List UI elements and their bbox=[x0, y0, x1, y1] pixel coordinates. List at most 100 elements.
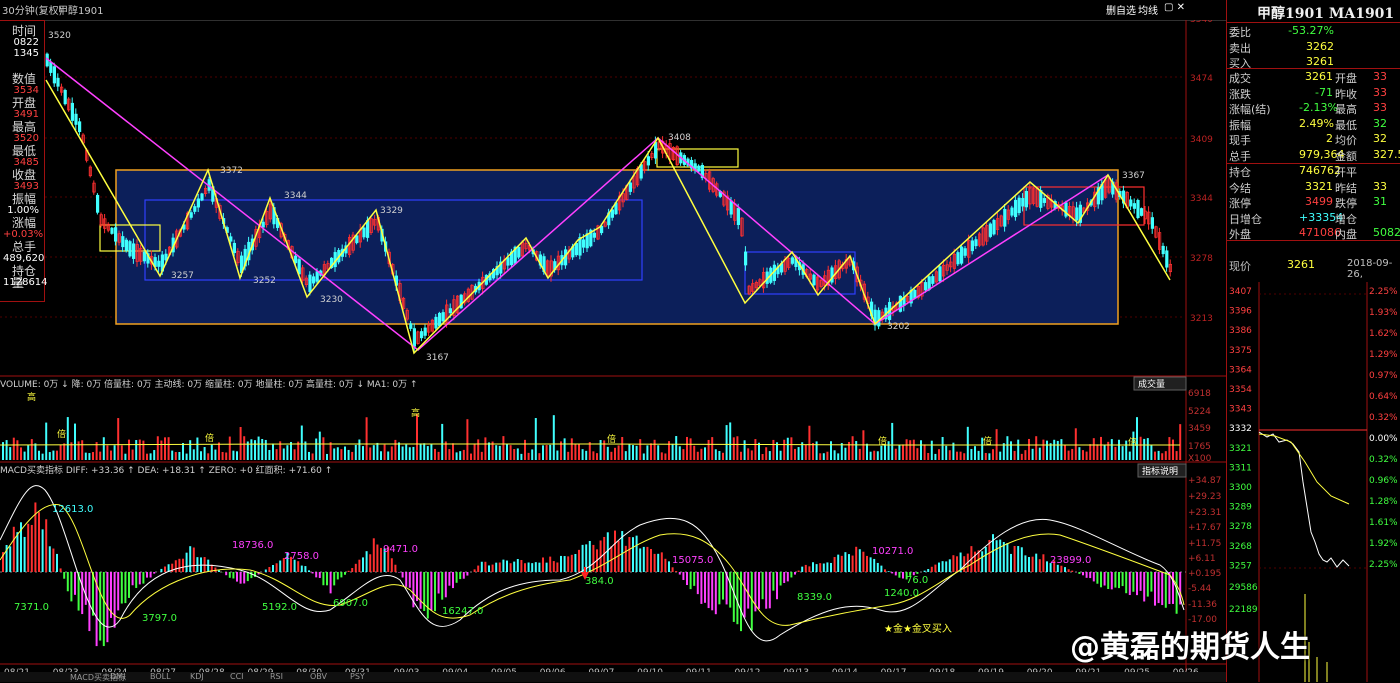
volume-bar bbox=[189, 440, 191, 460]
macd-bar bbox=[330, 572, 332, 593]
macd-bar bbox=[276, 563, 278, 572]
indicator-tab[interactable]: PSY bbox=[350, 672, 365, 681]
volume-bar bbox=[585, 451, 587, 460]
indicator-tab[interactable]: OBV bbox=[310, 672, 327, 681]
mini-price-tick: 3364 bbox=[1229, 365, 1252, 375]
volume-bar bbox=[913, 440, 915, 460]
volume-bar bbox=[110, 451, 112, 460]
macd-bar bbox=[1064, 567, 1066, 572]
quote-row: 涨幅(结)-2.13%最高33 bbox=[1227, 101, 1400, 116]
ma-button[interactable]: 均线 bbox=[1138, 2, 1158, 17]
macd-bar bbox=[916, 572, 918, 574]
volume-bar bbox=[816, 441, 818, 460]
volume-bar bbox=[34, 443, 36, 460]
data-window-label: 数值 bbox=[12, 73, 36, 85]
candle-body bbox=[575, 243, 577, 254]
volume-bar bbox=[675, 436, 677, 460]
indicator-tab[interactable]: KDJ bbox=[190, 672, 204, 681]
annotation-3372: 3372 bbox=[220, 166, 243, 176]
quote-field-value: 33 bbox=[1373, 180, 1387, 193]
volume-bar bbox=[481, 452, 483, 460]
symbol-tab[interactable]: 甲醇1901 bbox=[58, 2, 103, 17]
volume-bar bbox=[513, 449, 515, 460]
volume-bar bbox=[1086, 452, 1088, 460]
volume-bar bbox=[146, 454, 148, 460]
indicator-tab[interactable]: BOLL bbox=[150, 672, 171, 681]
volume-bar bbox=[621, 437, 623, 460]
quote-field-value: 327.5 bbox=[1373, 148, 1400, 161]
volume-bar bbox=[949, 450, 951, 460]
annotation-3257: 3257 bbox=[171, 271, 194, 281]
volume-bar bbox=[319, 432, 321, 460]
mini-price-tick: 3268 bbox=[1229, 542, 1252, 552]
candle-body bbox=[1025, 191, 1027, 206]
volume-bar bbox=[193, 449, 195, 460]
data-window-value: 3493 bbox=[3, 182, 39, 192]
volume-marker: 倍 bbox=[983, 435, 992, 447]
volume-tick: 5224 bbox=[1188, 407, 1211, 417]
macd-bar bbox=[474, 569, 476, 572]
volume-bar bbox=[754, 439, 756, 460]
volume-bar bbox=[1046, 441, 1048, 460]
macd-bar bbox=[445, 572, 447, 597]
data-window-value: 1345 bbox=[3, 49, 39, 59]
volume-bar bbox=[214, 450, 216, 460]
volume-bar bbox=[229, 437, 231, 460]
volume-bar bbox=[20, 447, 22, 460]
volume-bar bbox=[135, 440, 137, 460]
volume-bar bbox=[740, 452, 742, 460]
quote-field-value: 3261 bbox=[1279, 55, 1334, 68]
volume-bar bbox=[963, 453, 965, 460]
window-buttons[interactable]: ▢ ✕ bbox=[1164, 2, 1185, 13]
volume-bar bbox=[870, 452, 872, 460]
volume-bar bbox=[315, 439, 317, 460]
volume-bar bbox=[232, 451, 234, 460]
candle-body bbox=[122, 237, 124, 247]
macd-bar bbox=[639, 548, 641, 572]
macd-bar bbox=[884, 569, 886, 572]
kline-chart[interactable]: 3520 3372 3344 3329 3257 3252 3230 3167 … bbox=[0, 20, 1226, 682]
candle-body bbox=[233, 243, 235, 252]
macd-bar bbox=[697, 572, 699, 594]
macd-bar bbox=[981, 551, 983, 572]
volume-bar bbox=[632, 445, 634, 460]
macd-area-label: 1240.0 bbox=[884, 588, 919, 599]
volume-bar bbox=[1172, 440, 1174, 460]
volume-bar bbox=[1060, 439, 1062, 460]
macd-bar bbox=[427, 572, 429, 619]
volume-bar bbox=[1093, 438, 1095, 460]
volume-bar bbox=[366, 417, 368, 460]
macd-bar bbox=[272, 565, 274, 572]
candle-body bbox=[1162, 246, 1164, 253]
price-tick: 3344 bbox=[1190, 194, 1213, 204]
volume-bar bbox=[942, 437, 944, 460]
volume-bar bbox=[499, 446, 501, 460]
volume-bar bbox=[74, 424, 76, 460]
volume-bar bbox=[625, 451, 627, 460]
candle-body bbox=[1043, 198, 1045, 202]
macd-bar bbox=[1172, 572, 1174, 604]
volume-bar bbox=[157, 436, 159, 460]
candle-body bbox=[813, 275, 815, 285]
indicator-tab[interactable]: CCI bbox=[230, 672, 244, 681]
period-tab[interactable]: 30分钟(复权) bbox=[2, 2, 63, 17]
macd-bar bbox=[513, 562, 515, 572]
macd-bar bbox=[1168, 572, 1170, 604]
volume-bar bbox=[24, 452, 26, 460]
quote-row: 现价 3261 2018-09-26, bbox=[1227, 258, 1400, 273]
macd-bar bbox=[1118, 572, 1120, 588]
data-window-label: 涨幅 bbox=[12, 217, 36, 229]
candle-body bbox=[1076, 208, 1078, 220]
volume-bar bbox=[178, 452, 180, 460]
volume-bar bbox=[326, 454, 328, 460]
indicator-tab[interactable]: RSI bbox=[270, 672, 283, 681]
data-window-value: 3520 bbox=[3, 134, 39, 144]
volume-bar bbox=[103, 437, 105, 460]
macd-bar bbox=[124, 572, 126, 603]
candle-body bbox=[993, 220, 995, 234]
macd-bar bbox=[380, 548, 382, 572]
quote-row: 日增仓+33354增仓 bbox=[1227, 211, 1400, 226]
macd-bar bbox=[297, 561, 299, 572]
remove-watchlist-button[interactable]: 删自选 bbox=[1106, 2, 1136, 17]
indicator-tab[interactable]: DMI bbox=[110, 672, 125, 681]
